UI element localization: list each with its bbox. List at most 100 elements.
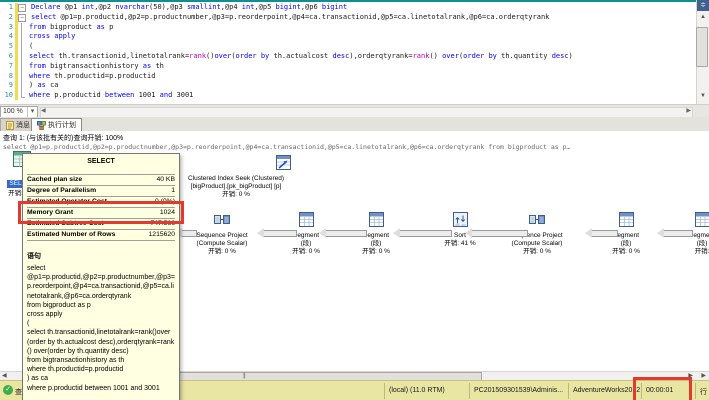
sequence-project-icon [529,212,545,232]
status-user: PC201509301539\Adminis... [474,387,563,394]
operator-label: (段) [334,240,418,248]
fold-indicator-icon [18,62,26,72]
code-text: Declare @p1 int,@p2 nvarchar(50),@p3 sma… [31,3,347,13]
status-separator [469,383,470,399]
ssms-window: 1−Declare @p1 int,@p2 nvarchar(50),@p3 s… [0,0,709,400]
sql-editor[interactable]: 1−Declare @p1 int,@p2 nvarchar(50),@p3 s… [0,0,709,104]
tooltip-row-value: 1 [171,186,175,196]
scroll-left-icon[interactable]: ◀ [41,107,46,116]
status-separator [568,383,569,399]
line-number: 6 [0,52,13,62]
splitter-icon[interactable]: ≑ [697,0,709,11]
window-top-strip [0,0,709,2]
code-line[interactable]: 2−select @p1=p.productid,@p2=p.productnu… [0,13,694,23]
line-number: 4 [0,32,13,42]
status-separator [695,383,696,399]
messages-icon [6,121,14,130]
scroll-right-icon[interactable]: ▶ [686,107,691,116]
fold-indicator-icon [18,52,26,62]
code-line[interactable]: 7 from bigtransactionhistory as th [0,62,694,72]
execution-plan-icon [37,121,46,130]
code-text: where p.productid between 1001 and 3001 [29,91,193,101]
fold-indicator-icon [18,81,26,91]
tooltip-row-value: 1215620 [149,230,175,240]
fold-indicator-icon [18,72,26,82]
line-number: 7 [0,62,13,72]
scroll-down-icon[interactable]: ▼ [699,93,707,99]
line-number: 5 [0,42,13,52]
code-text: cross apply [29,32,75,42]
elapsed-time-highlight-box [633,377,692,400]
fold-indicator-icon [18,32,26,42]
code-text: ) as ca [29,81,59,91]
code-line[interactable]: 1−Declare @p1 int,@p2 nvarchar(50),@p3 s… [0,3,694,13]
line-number: 9 [0,81,13,91]
vscroll-thumb[interactable] [696,27,708,67]
editor-vertical-scrollbar[interactable]: ≑ ▲ ▼ [696,0,709,104]
code-text: from bigproduct as p [29,23,113,33]
code-line[interactable]: 3 from bigproduct as p [0,23,694,33]
operator-label: (Compute Scalar) [180,240,264,248]
line-number: 3 [0,23,13,33]
chevron-down-icon[interactable]: ▾ [27,107,37,117]
operator-label: (段) [584,240,668,248]
operator-label: 开销: 0 % [584,248,668,256]
hscroll-grip-icon: ||| [243,373,245,379]
segment-icon [299,212,314,232]
status-row-count: 行 [700,387,707,397]
operator-label: 开销: 0 % [495,248,579,256]
plan-arrow[interactable] [399,230,452,237]
plan-arrow[interactable] [325,230,367,237]
tooltip-row: Degree of Parallelism 1 [27,186,175,197]
segment-icon [369,212,384,232]
code-line[interactable]: 8where th.productid=p.productid [0,72,694,82]
code-text: from bigtransactionhistory as th [29,62,164,72]
code-text: select @p1=p.productid,@p2=p.productnumb… [31,13,549,23]
tooltip-row-label: Estimated Number of Rows [27,230,115,240]
code-text: select th.transactionid,linetotalrank=ra… [29,52,573,62]
scroll-right-icon[interactable]: ▶ [701,372,706,380]
code-line[interactable]: 4 cross apply [0,32,694,42]
operator-label: 开销: 0 % [334,248,418,256]
code-line[interactable]: 6 select th.transactionid,linetotalrank=r… [0,52,694,62]
plan-arrow[interactable] [663,230,693,237]
line-number: 10 [0,91,13,101]
plan-arrow[interactable] [471,230,528,237]
status-database: AdventureWorks2012 [573,387,640,394]
fold-indicator-icon[interactable]: − [18,14,26,22]
plan-arrow[interactable] [263,230,297,237]
status-server: (local) (11.0 RTM) [389,387,445,394]
code-text: where th.productid=p.productid [29,72,155,82]
tooltip-statement: select @p1=p.productid,@p2=p.productnumb… [27,264,175,393]
operator-label: 开销: 0 % [180,248,264,256]
plan-arrow[interactable] [591,230,618,237]
tooltip-row: Cached plan size 40 KB [27,174,175,186]
code-line[interactable]: 9 ) as ca [0,81,694,91]
segment-icon [695,212,709,232]
query-success-icon: ✓ [3,385,13,395]
code-line[interactable]: 5( [0,42,694,52]
tooltip-row-label: Cached plan size [27,175,82,185]
operator-label: (Compute Scalar) [495,240,579,248]
code-line[interactable]: 10 where p.productid between 1001 and 300… [0,91,694,101]
plan-arrow[interactable] [181,230,197,237]
tooltip-row-value: 40 KB [156,175,175,185]
operator-tooltip: SELECT Cached plan size40 KBDegree of Pa… [22,153,180,400]
memory-grant-highlight-box [18,201,184,224]
tooltip-title: SELECT [27,158,175,165]
code-area[interactable]: 1−Declare @p1 int,@p2 nvarchar(50),@p3 s… [0,3,694,101]
operator-label: (段) [660,240,709,248]
edited-lines-bar [15,3,18,100]
zoom-value: 100 % [3,108,23,115]
operator-label: 开销: 41 % [418,240,502,248]
tooltip-row-label: Degree of Parallelism [27,186,96,196]
tooltip-statement-label: 语句 [27,251,175,261]
fold-indicator-icon[interactable]: − [18,4,26,12]
scroll-up-icon[interactable]: ▲ [699,14,707,20]
line-number: 2 [0,13,13,23]
sequence-project-icon [214,212,230,232]
scroll-left-icon[interactable]: ◀ [2,372,7,380]
fold-indicator-icon [18,42,26,52]
line-number: 1 [0,3,13,13]
segment-icon [619,212,634,232]
